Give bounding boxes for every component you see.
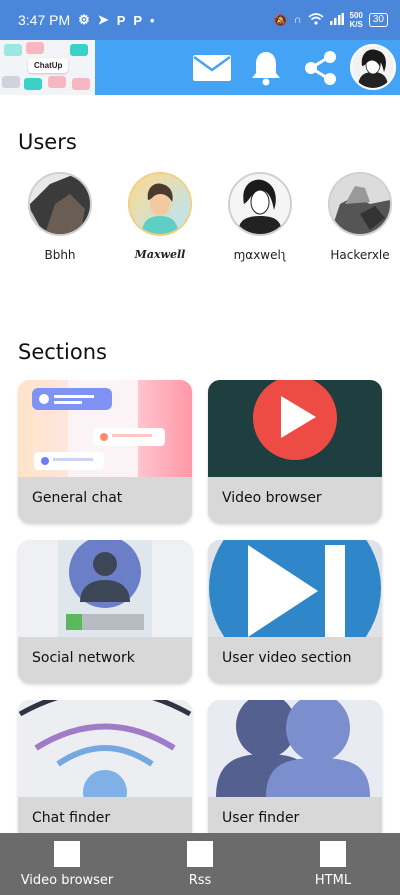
play-icon — [208, 380, 382, 477]
section-label: User finder — [222, 810, 300, 826]
battery-indicator: 30 — [368, 13, 388, 27]
section-card-user-finder[interactable]: User finder — [208, 700, 382, 843]
section-label: Social network — [32, 650, 135, 666]
settings-icon: ⚙ — [78, 12, 90, 27]
net-speed-value: 500 — [349, 11, 363, 20]
nav-label: Rss — [188, 873, 212, 888]
status-right: 🔕 ∩ 500 K/S 30 — [274, 11, 388, 29]
users-group-icon — [208, 700, 382, 797]
user-name: Maxwell — [134, 248, 186, 261]
users-title: Users — [18, 130, 77, 154]
nav-label: HTML — [314, 873, 352, 888]
dot-icon: • — [150, 12, 155, 28]
net-speed: 500 K/S — [350, 11, 363, 29]
user-avatar — [228, 172, 292, 236]
users-list: Bbhh Maxwell ɱαxwelʅ Hackerxle — [0, 170, 400, 270]
logo-key — [26, 42, 44, 54]
mail-icon[interactable] — [192, 48, 232, 88]
section-label: Chat finder — [32, 810, 111, 826]
logo-key — [72, 78, 90, 90]
status-bar: 3:47 PM ⚙ ➤ P P • 🔕 ∩ 500 K/S 30 — [0, 0, 400, 40]
general-chat-illustration — [18, 380, 192, 477]
logo-key — [48, 76, 66, 88]
app-logo[interactable]: ChatUp — [0, 40, 95, 95]
p-app-icon-2: P — [133, 12, 143, 28]
user-name: ɱαxwelʅ — [233, 248, 287, 262]
section-label: General chat — [32, 490, 123, 506]
wifi-signal-icon — [18, 700, 192, 797]
telegram-icon: ➤ — [97, 12, 109, 27]
headset-icon: ∩ — [293, 14, 302, 26]
bell-icon[interactable] — [246, 48, 286, 88]
status-notification-icons: ⚙ ➤ P P • — [78, 12, 154, 28]
logo-text: ChatUp — [28, 58, 69, 73]
profile-avatar[interactable] — [350, 44, 396, 90]
video-browser-nav-icon — [54, 841, 80, 867]
logo-key — [24, 78, 42, 90]
nav-video-browser[interactable]: Video browser — [18, 841, 116, 888]
signal-icon — [329, 12, 344, 28]
user-name: Bbhh — [44, 248, 76, 262]
user-item[interactable]: ɱαxwelʅ — [215, 170, 305, 262]
user-avatar — [128, 172, 192, 236]
app-bar: ChatUp — [0, 40, 400, 95]
mute-icon: 🔕 — [273, 14, 288, 27]
status-time: 3:47 PM — [18, 12, 71, 28]
user-avatar — [28, 172, 92, 236]
section-label: User video section — [222, 650, 352, 666]
p-app-icon: P — [116, 12, 126, 28]
nav-label: Video browser — [20, 873, 114, 888]
sections-title: Sections — [18, 340, 107, 364]
section-card-chat-finder[interactable]: Chat finder — [18, 700, 192, 843]
net-speed-unit: K/S — [349, 20, 363, 29]
wifi-icon — [307, 12, 324, 28]
nav-rss[interactable]: Rss — [165, 841, 235, 888]
html-nav-icon — [320, 841, 346, 867]
user-profile-icon — [18, 540, 192, 637]
user-avatar — [328, 172, 392, 236]
logo-key — [4, 44, 22, 56]
section-label: Video browser — [222, 490, 322, 506]
section-card-video-browser[interactable]: Video browser — [208, 380, 382, 523]
bottom-nav: Video browser Rss HTML — [0, 833, 400, 895]
logo-key — [2, 76, 20, 88]
nav-html[interactable]: HTML — [298, 841, 368, 888]
user-item[interactable]: Hackerxle — [315, 170, 400, 262]
logo-key — [70, 44, 88, 56]
user-item[interactable]: Bbhh — [15, 170, 105, 262]
user-item[interactable]: Maxwell — [115, 170, 205, 261]
section-card-general-chat[interactable]: General chat — [18, 380, 192, 523]
user-name: Hackerxle — [330, 248, 390, 262]
section-card-social-network[interactable]: Social network — [18, 540, 192, 683]
share-icon[interactable] — [300, 48, 340, 88]
app-root: 3:47 PM ⚙ ➤ P P • 🔕 ∩ 500 K/S 30 ChatUp … — [0, 0, 400, 895]
rss-nav-icon — [187, 841, 213, 867]
play-next-icon — [208, 540, 382, 637]
section-card-user-video[interactable]: User video section — [208, 540, 382, 683]
